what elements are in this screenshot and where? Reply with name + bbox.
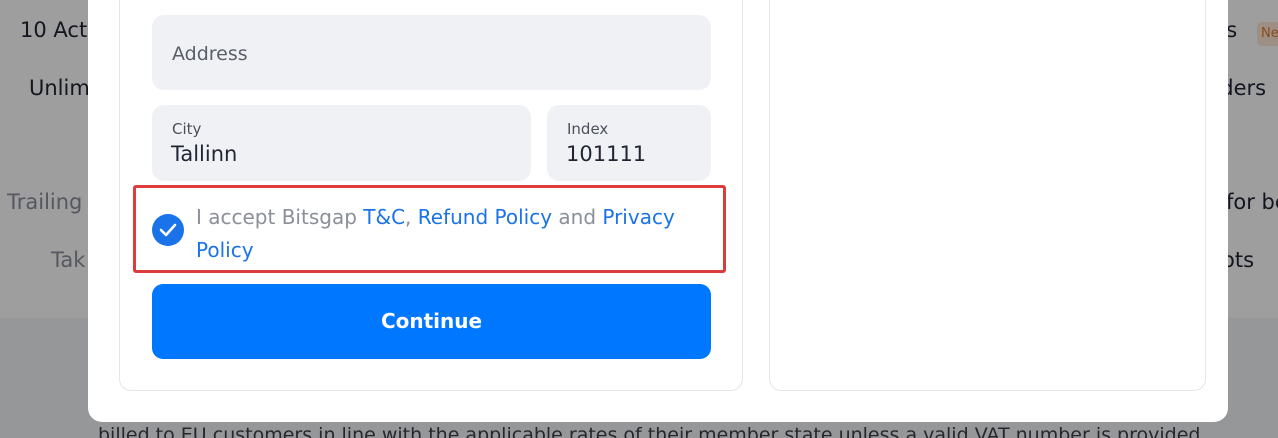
index-value[interactable]: 101111: [566, 142, 646, 166]
city-label: City: [172, 120, 202, 138]
consent-comma: ,: [405, 205, 418, 229]
consent-and: and: [552, 205, 603, 229]
address-placeholder: Address: [172, 43, 248, 65]
consent-prefix: I accept Bitsgap: [196, 205, 364, 229]
refund-policy-link[interactable]: Refund Policy: [418, 205, 552, 229]
tc-link[interactable]: T&C: [363, 205, 405, 229]
city-value[interactable]: Tallinn: [171, 142, 237, 166]
terms-checkbox[interactable]: [152, 214, 184, 246]
index-field[interactable]: Index 101111: [547, 105, 711, 181]
city-field[interactable]: City Tallinn: [152, 105, 531, 181]
terms-consent-text: I accept Bitsgap T&C, Refund Policy and …: [196, 201, 711, 267]
checkmark-icon: [159, 223, 177, 237]
order-summary-panel: [769, 0, 1206, 391]
checkout-modal: Address City Tallinn Index 101111 I acce…: [88, 0, 1228, 422]
index-label: Index: [567, 120, 609, 138]
continue-button[interactable]: Continue: [152, 284, 711, 359]
billing-form-panel: Address City Tallinn Index 101111 I acce…: [119, 0, 743, 391]
address-field[interactable]: Address: [152, 15, 711, 90]
terms-consent-highlight: I accept Bitsgap T&C, Refund Policy and …: [133, 185, 726, 273]
